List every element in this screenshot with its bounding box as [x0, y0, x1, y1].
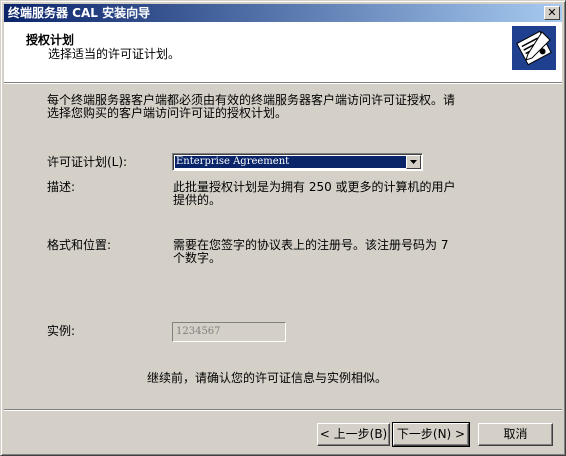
cancel-button[interactable]: 取消	[478, 423, 553, 446]
intro-text: 每个终端服务器客户端都必须由有效的终端服务器客户端访问许可证授权。请 选择您购买…	[47, 93, 456, 120]
confirm-text: 继续前，请确认您的许可证信息与实例相似。	[147, 371, 388, 385]
description-label: 描述:	[47, 180, 76, 194]
format-text: 需要在您签字的协议表上的注册号。该注册号码为 7 个数字。	[173, 238, 449, 265]
wizard-window: 终端服务器 CAL 安装向导 ✕ 授权计划 选择适当的许可证计划。 每个终端服务…	[0, 0, 566, 456]
title-bar[interactable]: 终端服务器 CAL 安装向导 ✕	[4, 4, 562, 22]
license-plan-select[interactable]: Enterprise Agreement	[172, 153, 423, 171]
example-label: 实例:	[47, 324, 76, 338]
license-plan-selected: Enterprise Agreement	[175, 156, 406, 168]
close-button[interactable]: ✕	[544, 6, 560, 20]
format-label: 格式和位置:	[47, 238, 112, 252]
close-icon: ✕	[547, 6, 557, 19]
next-button[interactable]: 下一步(N) >	[392, 422, 470, 447]
license-plan-label: 许可证计划(L):	[47, 155, 128, 169]
description-text: 此批量授权计划是为拥有 250 或更多的计算机的用户 提供的。	[173, 180, 456, 207]
footer-divider	[4, 409, 562, 411]
dropdown-button[interactable]	[406, 155, 421, 169]
back-button[interactable]: < 上一步(B)	[317, 423, 390, 446]
window-title: 终端服务器 CAL 安装向导	[8, 6, 151, 20]
wizard-content: 每个终端服务器客户端都必须由有效的终端服务器客户端访问许可证授权。请 选择您购买…	[1, 84, 566, 409]
page-subtitle: 选择适当的许可证计划。	[48, 47, 181, 61]
example-field: 1234567	[172, 322, 286, 342]
chevron-down-icon	[410, 160, 417, 164]
wizard-header: 授权计划 选择适当的许可证计划。	[4, 22, 562, 82]
license-document-icon	[512, 26, 556, 70]
